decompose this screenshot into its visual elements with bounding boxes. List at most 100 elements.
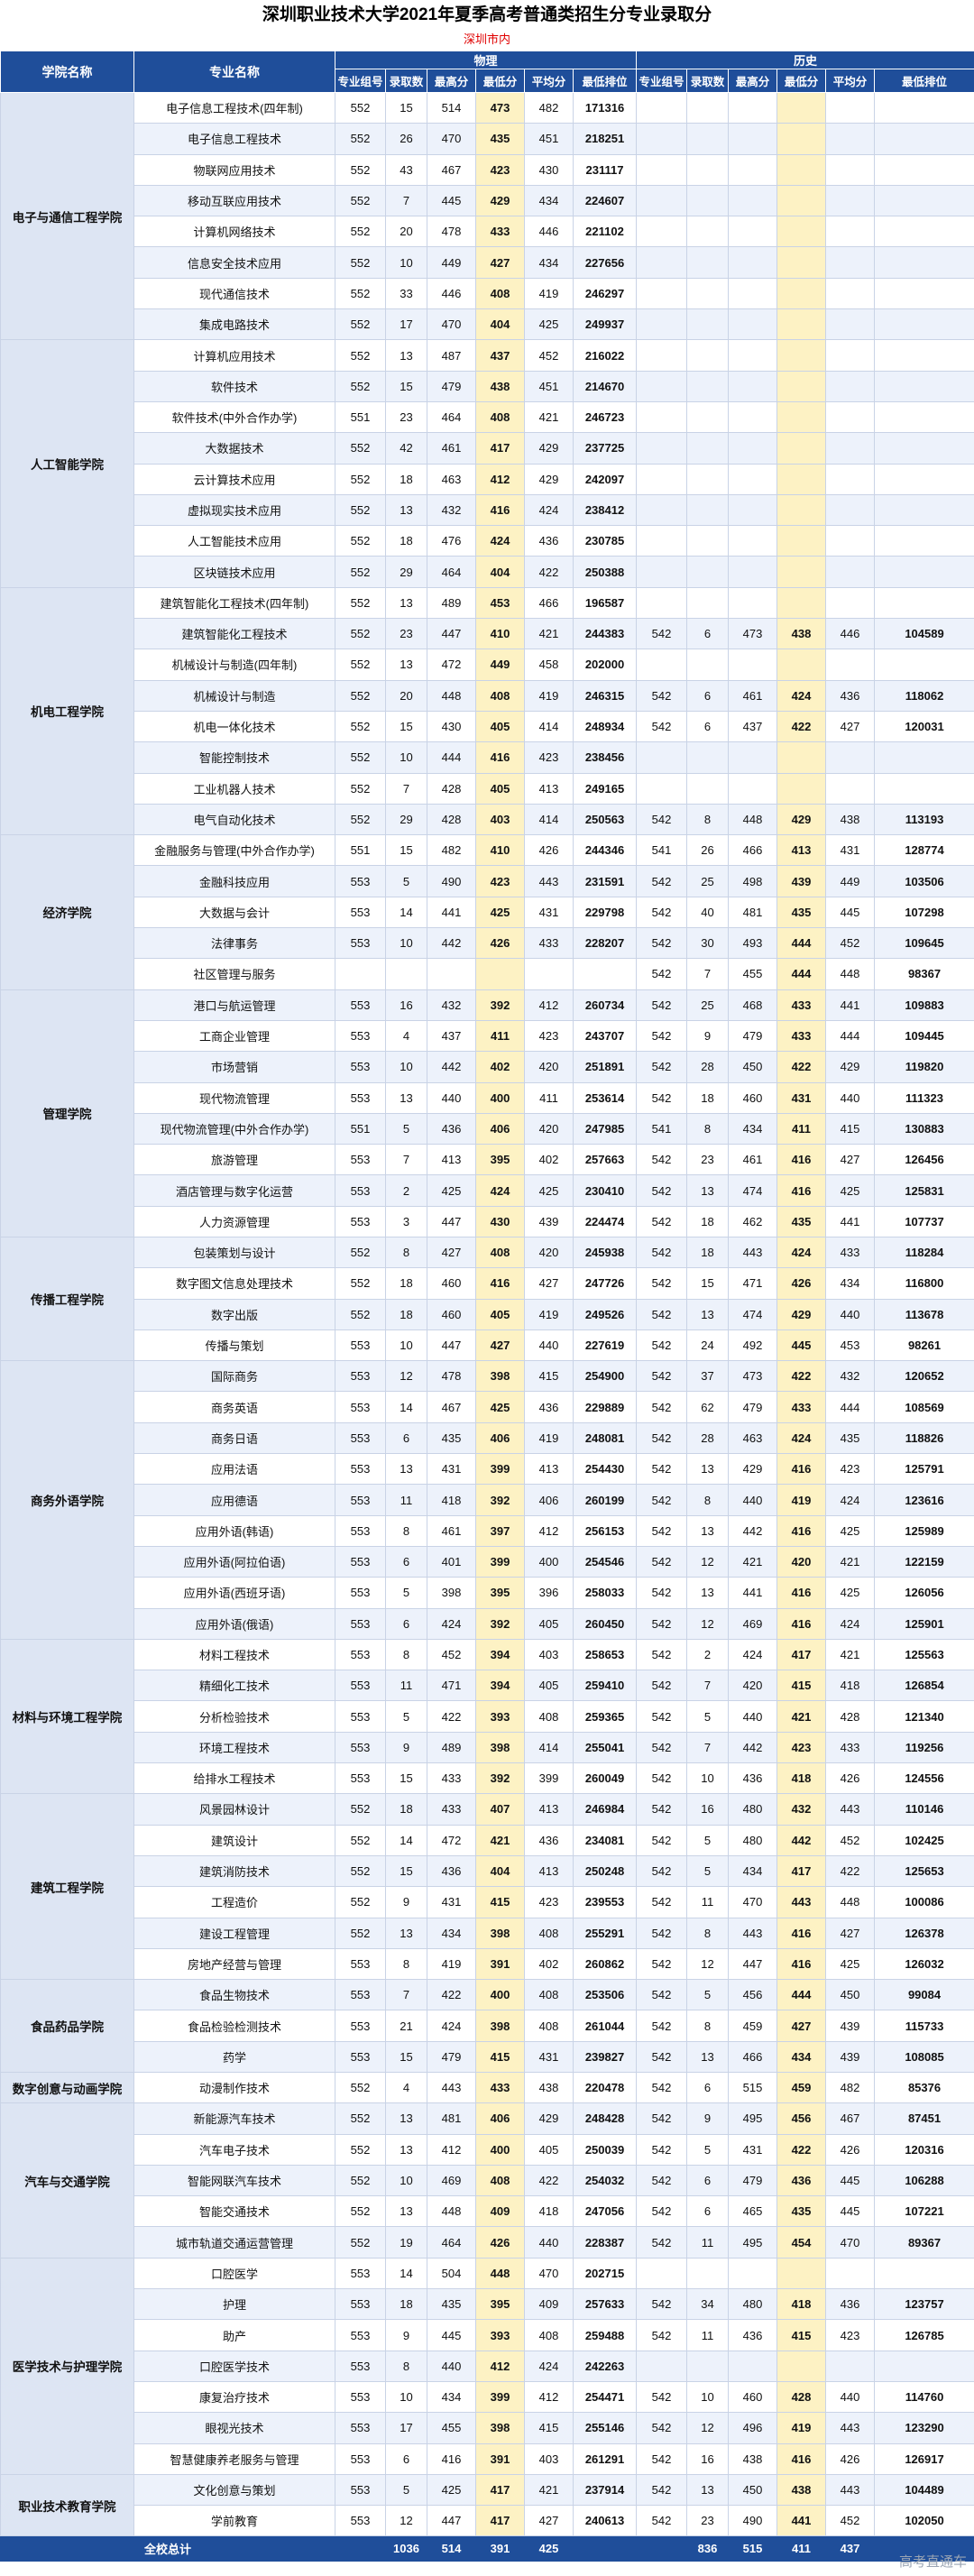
page-subtitle: 深圳市内 [463, 32, 510, 46]
history-avg-cell: 444 [825, 1019, 876, 1053]
history-avg-cell: 427 [825, 1917, 876, 1949]
physics-avg-cell: 419 [524, 679, 574, 712]
history-count-cell: 18 [686, 1236, 730, 1269]
table-row: 护理 553 18 435 395 409 257633 542 34 480 418 436 1237… [1, 2288, 974, 2321]
physics-max-cell: 442 [427, 1051, 476, 1083]
history-count-cell: 7 [686, 1670, 730, 1702]
major-name: 虚拟现实技术应用 [133, 493, 335, 527]
history-avg-cell: 452 [825, 2505, 876, 2537]
history-group-cell: 542 [636, 1174, 688, 1207]
table-row: 应用外语(俄语) 553 6 424 392 405 260450 542 12 469 416 42… [1, 1607, 974, 1640]
physics-avg-cell: 415 [524, 1360, 574, 1393]
physics-count-cell: 13 [385, 2102, 427, 2135]
physics-max-cell: 471 [427, 1670, 476, 1702]
history-group-cell: 542 [636, 2010, 688, 2042]
physics-avg-cell: 424 [524, 2350, 574, 2382]
physics-group-cell: 552 [335, 1886, 386, 1918]
history-avg-cell [825, 153, 876, 186]
physics-min-cell: 417 [475, 2505, 525, 2537]
table-body: 电子与通信工程学院 电子信息工程技术(四年制) 552 15 514 473 482 1713… [0, 91, 974, 2562]
history-min-cell: 423 [776, 1731, 827, 1764]
physics-avg-cell: 413 [524, 1793, 574, 1826]
physics-rank-cell: 244383 [572, 618, 638, 650]
physics-group-cell: 551 [335, 1112, 386, 1145]
history-max-cell: 447 [728, 1947, 778, 1981]
history-group-cell [636, 400, 688, 434]
history-count-cell: 62 [686, 1391, 730, 1423]
history-max-cell: 498 [728, 865, 778, 897]
physics-min-cell: 429 [475, 184, 525, 217]
history-avg-cell: 427 [825, 1144, 876, 1176]
history-group-cell [636, 741, 688, 774]
history-max-cell: 492 [728, 1329, 778, 1362]
history-rank-cell: 120316 [874, 2133, 974, 2166]
physics-max-cell: 413 [427, 1144, 476, 1176]
physics-avg-cell: 420 [524, 1051, 574, 1083]
history-rank-cell: 109445 [874, 1019, 974, 1053]
physics-min-cell: 408 [475, 277, 525, 310]
physics-rank-cell: 253506 [572, 1979, 638, 2011]
physics-rank-cell: 234081 [572, 1824, 638, 1856]
physics-max-cell: 434 [427, 1917, 476, 1949]
history-rank-cell: 119820 [874, 1051, 974, 1083]
physics-group-cell: 552 [335, 649, 386, 681]
history-count-cell: 30 [686, 927, 730, 960]
physics-min-cell: 392 [475, 1762, 525, 1795]
table-row: 智能控制技术 552 10 444 416 423 238456 [1, 741, 974, 774]
history-min-cell: 416 [776, 1947, 827, 1981]
history-avg-cell: 425 [825, 1947, 876, 1981]
physics-group-cell: 552 [335, 586, 386, 620]
history-rank-cell: 115733 [874, 2010, 974, 2042]
physics-avg-cell: 440 [524, 1329, 574, 1362]
history-group-cell: 542 [636, 1638, 688, 1671]
table-row: 职业技术教育学院 文化创意与策划 553 5 425 417 421 237914 542 13 4… [0, 2473, 974, 2537]
physics-max-cell: 482 [427, 834, 476, 867]
major-name: 电气自动化技术 [133, 803, 335, 836]
history-max-cell [728, 2350, 778, 2382]
physics-count-cell: 6 [385, 2443, 427, 2475]
major-name: 口腔医学技术 [133, 2350, 335, 2382]
table-row: 人工智能学院 计算机应用技术 552 13 487 437 452 216022 [0, 339, 974, 588]
history-count-cell: 10 [686, 2380, 730, 2414]
history-count-cell: 16 [686, 2443, 730, 2475]
history-avg-cell [825, 91, 876, 124]
major-name: 风景园林设计 [133, 1793, 335, 1826]
history-count-cell [686, 153, 730, 186]
history-rank-cell: 106288 [874, 2164, 974, 2197]
physics-avg-cell: 403 [524, 1638, 574, 1671]
history-rank-cell [874, 432, 974, 465]
history-avg-cell: 439 [825, 2010, 876, 2042]
history-group-cell: 542 [636, 1700, 688, 1733]
history-group-cell: 542 [636, 896, 688, 929]
physics-avg-cell: 452 [524, 339, 574, 372]
physics-rank-cell: 227619 [572, 1329, 638, 1362]
table-row: 电气自动化技术 552 29 428 403 414 250563 542 8 448 429 438… [1, 803, 974, 836]
history-avg-cell: 470 [825, 2226, 876, 2259]
physics-avg-cell: 412 [524, 1514, 574, 1547]
physics-group-cell: 552 [335, 2133, 386, 2166]
history-min-cell: 420 [776, 1545, 827, 1578]
history-avg-cell [825, 277, 876, 310]
physics-min-cell: 433 [475, 2071, 525, 2104]
history-max-cell [728, 525, 778, 557]
physics-rank-cell: 242097 [572, 463, 638, 495]
physics-rank-cell [572, 958, 638, 990]
history-max-cell [728, 772, 778, 805]
physics-avg-cell: 443 [524, 865, 574, 897]
history-group-cell: 542 [636, 2133, 688, 2166]
history-count-cell: 12 [686, 1947, 730, 1981]
physics-rank-cell: 244346 [572, 834, 638, 867]
table-row: 应用德语 553 11 418 392 406 260199 542 8 440 419 424 123… [1, 1484, 974, 1516]
history-avg-cell [825, 400, 876, 434]
history-rank-cell [874, 556, 974, 588]
major-name: 计算机网络技术 [133, 216, 335, 248]
physics-avg-cell: 427 [524, 2505, 574, 2537]
history-rank-cell [874, 123, 974, 155]
physics-rank-cell: 259410 [572, 1670, 638, 1702]
history-count-cell: 5 [686, 2133, 730, 2166]
history-max-cell [728, 153, 778, 186]
physics-rank-cell: 260049 [572, 1762, 638, 1795]
physics-min-cell [475, 958, 525, 990]
physics-count-cell: 13 [385, 1917, 427, 1949]
college-name: 管理学院 [0, 989, 134, 1237]
